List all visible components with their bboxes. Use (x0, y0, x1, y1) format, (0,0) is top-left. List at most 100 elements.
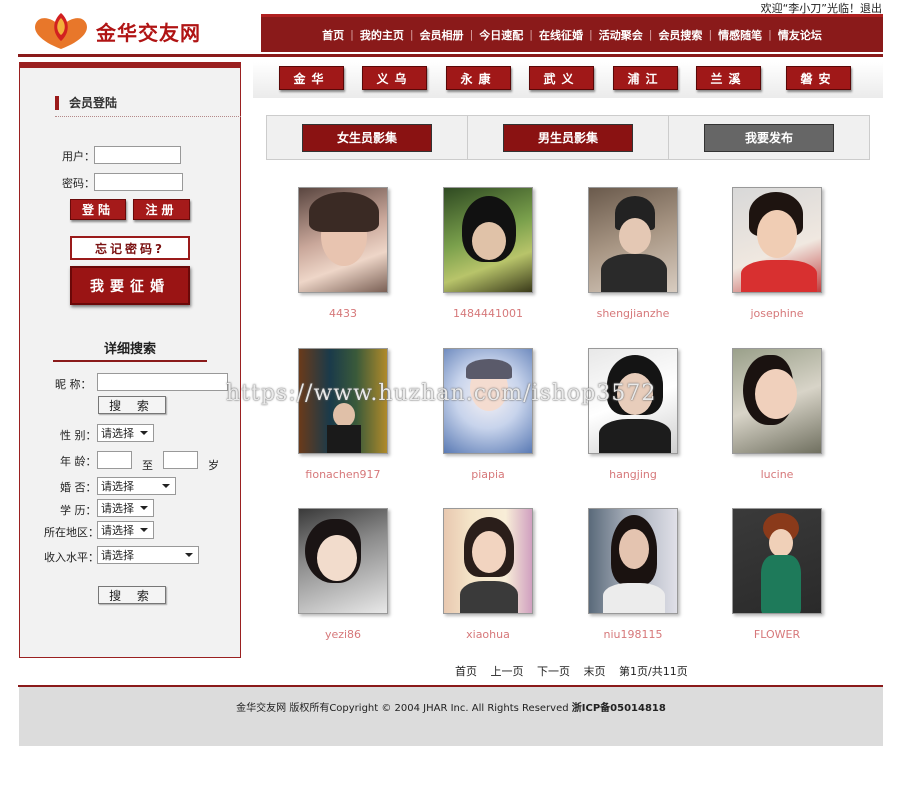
member-name[interactable]: xiaohua (428, 628, 548, 641)
tab-cell: 男生员影集 (468, 116, 669, 159)
nav-member-album[interactable]: 会员相册 (414, 27, 470, 43)
nav-forum[interactable]: 情友论坛 (772, 27, 828, 43)
member-name[interactable]: hangjing (573, 468, 693, 481)
education-label: 学 历： (60, 504, 97, 517)
member-card[interactable]: josephine (717, 187, 837, 320)
member-photo[interactable] (732, 348, 822, 454)
dropdown-arrow-icon (140, 431, 148, 435)
age-unit-label: 岁 (208, 459, 219, 472)
marital-select[interactable]: 请选择 (97, 477, 176, 495)
detail-search-button[interactable]: 搜 索 (98, 586, 166, 604)
pager-next[interactable]: 下一页 (537, 665, 570, 678)
member-card[interactable]: shengjianzhe (573, 187, 693, 320)
login-title-underline (55, 116, 241, 117)
member-card[interactable]: niu198115 (573, 508, 693, 641)
copyright-text: 金华交友网 版权所有Copyright © 2004 JHAR Inc. All… (236, 703, 569, 714)
gender-select[interactable]: 请选择 (97, 424, 154, 442)
nickname-input[interactable] (97, 373, 228, 391)
nav-today-match[interactable]: 今日速配 (473, 27, 529, 43)
member-card[interactable]: fionachen917 (283, 348, 403, 481)
city-pujiang-button[interactable]: 浦江 (613, 66, 678, 90)
member-card[interactable]: FLOWER (717, 508, 837, 641)
member-name[interactable]: lucine (717, 468, 837, 481)
nav-my-page[interactable]: 我的主页 (354, 27, 410, 43)
member-name[interactable]: yezi86 (283, 628, 403, 641)
pagination: 首页 上一页 下一页 末页 第1页/共11页 (455, 663, 698, 679)
member-name[interactable]: niu198115 (573, 628, 693, 641)
member-photo[interactable] (732, 508, 822, 614)
nav-home[interactable]: 首页 (316, 27, 350, 43)
member-name[interactable]: josephine (717, 307, 837, 320)
member-photo[interactable] (443, 187, 533, 293)
income-select[interactable]: 请选择 (97, 546, 199, 564)
tab-female-album[interactable]: 女生员影集 (302, 123, 432, 152)
nav-online-marriage[interactable]: 在线征婚 (533, 27, 589, 43)
pager-info: 第1页/共11页 (619, 665, 688, 678)
city-lanxi-button[interactable]: 兰溪 (696, 66, 761, 90)
member-photo[interactable] (298, 508, 388, 614)
region-value: 请选择 (101, 524, 134, 537)
member-photo[interactable] (588, 348, 678, 454)
marriage-post-button[interactable]: 我要征婚 (70, 266, 190, 305)
member-name[interactable]: shengjianzhe (573, 307, 693, 320)
site-logo[interactable]: 金华交友网 (30, 10, 201, 52)
member-photo[interactable] (443, 508, 533, 614)
member-card[interactable]: hangjing (573, 348, 693, 481)
member-photo[interactable] (443, 348, 533, 454)
income-label: 收入水平： (44, 551, 99, 564)
nav-essays[interactable]: 情感随笔 (712, 27, 768, 43)
member-card[interactable]: yezi86 (283, 508, 403, 641)
education-select[interactable]: 请选择 (97, 499, 154, 517)
login-button[interactable]: 登陆 (70, 199, 126, 220)
nav-events[interactable]: 活动聚会 (593, 27, 649, 43)
password-label: 密码： (62, 177, 95, 190)
sidebar: 会员登陆 用户： 密码： 登陆 注册 忘记密码? 我要征婚 详细搜索 昵 称： … (19, 62, 241, 658)
icp-number[interactable]: 浙ICP备05014818 (572, 703, 666, 714)
nav-member-search[interactable]: 会员搜索 (652, 27, 708, 43)
dropdown-arrow-icon (162, 484, 170, 488)
marital-value: 请选择 (101, 480, 134, 493)
forgot-password-button[interactable]: 忘记密码? (70, 236, 190, 260)
member-card[interactable]: piapia (428, 348, 548, 481)
member-card[interactable]: lucine (717, 348, 837, 481)
heart-flower-icon (35, 13, 87, 49)
member-photo[interactable] (298, 187, 388, 293)
city-panan-button[interactable]: 磐安 (786, 66, 851, 90)
member-card[interactable]: 4433 (283, 187, 403, 320)
tab-male-album[interactable]: 男生员影集 (503, 123, 633, 152)
dropdown-arrow-icon (140, 506, 148, 510)
footer: 金华交友网 版权所有Copyright © 2004 JHAR Inc. All… (19, 687, 883, 746)
member-photo[interactable] (588, 508, 678, 614)
member-name[interactable]: 1484441001 (428, 307, 548, 320)
member-photo[interactable] (588, 187, 678, 293)
age-min-input[interactable] (97, 451, 132, 469)
age-label: 年 龄： (60, 455, 97, 468)
register-button[interactable]: 注册 (133, 199, 190, 220)
username-input[interactable] (94, 146, 181, 164)
member-photo[interactable] (732, 187, 822, 293)
password-input[interactable] (94, 173, 183, 191)
pager-prev[interactable]: 上一页 (491, 665, 524, 678)
age-max-input[interactable] (163, 451, 198, 469)
footer-text: 金华交友网 版权所有Copyright © 2004 JHAR Inc. All… (19, 699, 883, 714)
pager-last[interactable]: 末页 (584, 665, 606, 678)
member-name[interactable]: piapia (428, 468, 548, 481)
logo-text: 金华交友网 (96, 20, 201, 45)
member-name[interactable]: fionachen917 (283, 468, 403, 481)
pager-first[interactable]: 首页 (455, 665, 477, 678)
nickname-search-button[interactable]: 搜 索 (98, 396, 166, 414)
member-card[interactable]: xiaohua (428, 508, 548, 641)
member-name[interactable]: 4433 (283, 307, 403, 320)
city-yiwu-button[interactable]: 义乌 (362, 66, 427, 90)
member-card[interactable]: 1484441001 (428, 187, 548, 320)
dropdown-arrow-icon (140, 528, 148, 532)
tab-publish[interactable]: 我要发布 (704, 123, 834, 152)
member-name[interactable]: FLOWER (717, 628, 837, 641)
region-label: 所在地区： (44, 526, 99, 539)
city-yongkang-button[interactable]: 永康 (446, 66, 511, 90)
nickname-label: 昵 称： (55, 378, 92, 391)
city-wuyi-button[interactable]: 武义 (529, 66, 594, 90)
member-photo[interactable] (298, 348, 388, 454)
city-jinhua-button[interactable]: 金华 (279, 66, 344, 90)
region-select[interactable]: 请选择 (97, 521, 154, 539)
